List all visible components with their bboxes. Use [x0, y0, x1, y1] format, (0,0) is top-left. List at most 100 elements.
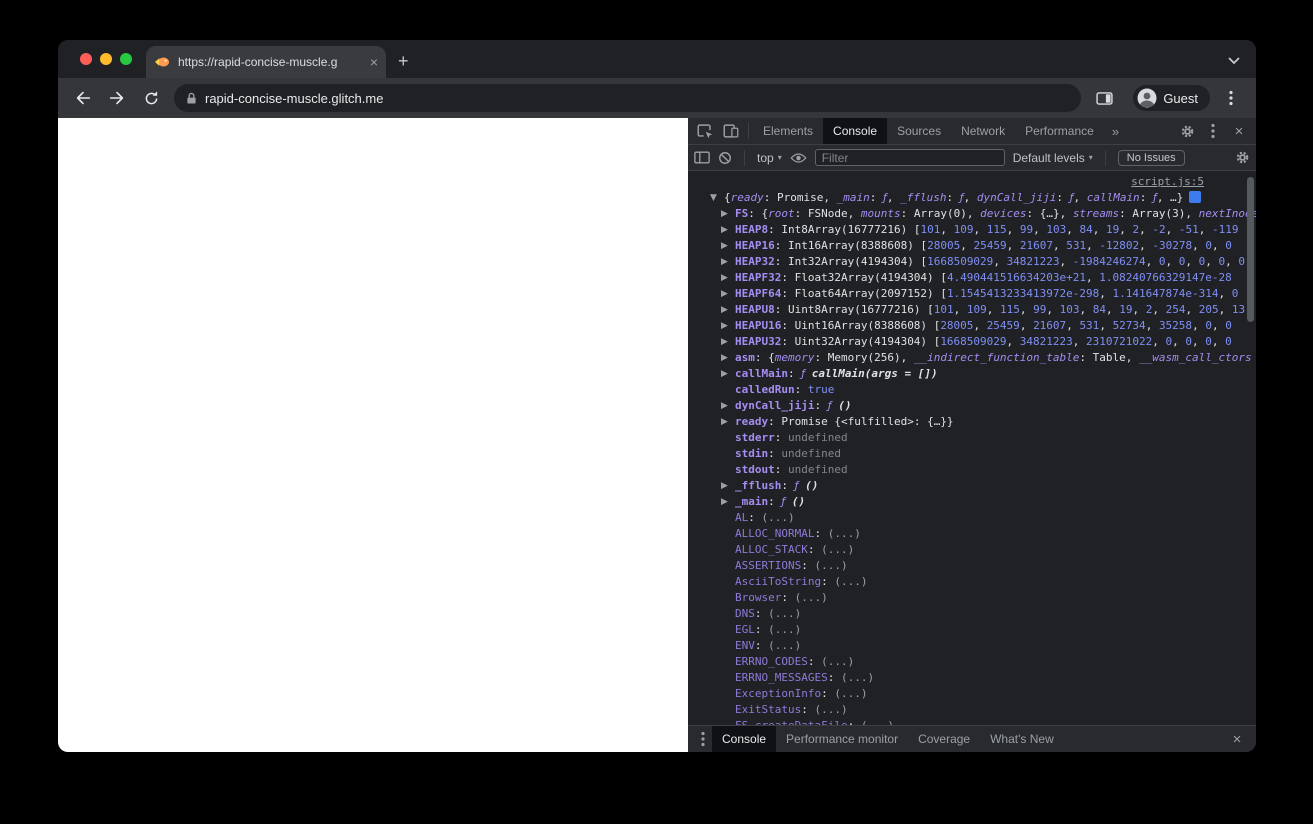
profile-button[interactable]: Guest: [1133, 85, 1210, 111]
console-row[interactable]: ▶ HEAPF32: Float32Array(4194304) [4.49044…: [688, 270, 1256, 286]
filter-input[interactable]: [814, 149, 1005, 166]
number-value: 52734: [1112, 319, 1146, 332]
console-row[interactable]: ▶ HEAP16: Int16Array(8388608) [28005, 254…: [688, 238, 1256, 254]
drawer-tab-what-s-new[interactable]: What's New: [980, 726, 1064, 752]
more-tabs-button[interactable]: »: [1104, 124, 1127, 139]
console-row[interactable]: ▶ HEAPU16: Uint16Array(8388608) [28005, 2…: [688, 318, 1256, 334]
collapse-arrow-icon[interactable]: ▼: [710, 190, 717, 206]
preview-key: devices: [980, 207, 1027, 220]
console-settings-gear-icon[interactable]: [1235, 150, 1250, 165]
devtools-tab-elements[interactable]: Elements: [753, 118, 823, 144]
console-row[interactable]: ▶ HEAPF64: Float64Array(2097152) [1.15454…: [688, 286, 1256, 302]
console-row[interactable]: ▶ callMain: ƒ callMain(args = []): [688, 366, 1256, 382]
console-row[interactable]: ▶ _main: ƒ (): [688, 494, 1256, 510]
console-row[interactable]: ▶ HEAPU32: Uint32Array(4194304) [16685090…: [688, 334, 1256, 350]
close-window-button[interactable]: [80, 53, 92, 65]
getter-ellipsis[interactable]: (...): [814, 703, 847, 716]
drawer-menu-icon[interactable]: [694, 727, 712, 751]
expand-arrow-icon[interactable]: ▶: [721, 270, 728, 286]
drawer-tab-coverage[interactable]: Coverage: [908, 726, 980, 752]
devtools-tab-console[interactable]: Console: [823, 118, 888, 144]
console-row[interactable]: ▶ dynCall_jiji: ƒ (): [688, 398, 1256, 414]
getter-ellipsis[interactable]: (...): [861, 719, 894, 725]
expand-arrow-icon[interactable]: ▶: [721, 318, 728, 334]
getter-ellipsis[interactable]: (...): [828, 527, 861, 540]
source-link[interactable]: script.js:5: [1131, 175, 1204, 188]
getter-ellipsis[interactable]: (...): [834, 687, 867, 700]
address-bar[interactable]: rapid-concise-muscle.glitch.me: [174, 84, 1082, 112]
devtools-tab-sources[interactable]: Sources: [887, 118, 951, 144]
side-panel-icon[interactable]: [1091, 85, 1117, 111]
number-value: 1668509029: [940, 335, 1007, 348]
device-toolbar-icon[interactable]: [718, 119, 744, 143]
expand-arrow-icon[interactable]: ▶: [721, 206, 728, 222]
scrollbar-thumb[interactable]: [1247, 177, 1254, 322]
property-key: AL: [735, 511, 749, 524]
console-text: : Int16Array(8388608): [774, 239, 921, 252]
getter-ellipsis[interactable]: (...): [821, 543, 854, 556]
tab-search-chevron-icon[interactable]: [1228, 57, 1240, 65]
devtools-close-icon[interactable]: ×: [1226, 119, 1252, 143]
console-row[interactable]: ▶ _fflush: ƒ (): [688, 478, 1256, 494]
inspect-element-icon[interactable]: [692, 119, 718, 143]
minimize-window-button[interactable]: [100, 53, 112, 65]
expand-arrow-icon[interactable]: ▶: [721, 414, 728, 430]
getter-ellipsis[interactable]: (...): [768, 607, 801, 620]
console-text: :: [774, 431, 788, 444]
getter-ellipsis[interactable]: (...): [795, 591, 828, 604]
console-scrollbar[interactable]: [1245, 171, 1256, 725]
console-row[interactable]: ▼ {ready: Promise, _main: ƒ, _fflush: ƒ, …: [688, 190, 1256, 206]
forward-icon[interactable]: [104, 85, 130, 111]
number-value: 0: [1225, 319, 1232, 332]
console-row[interactable]: ▶ ready: Promise {<fulfilled>: {…}}: [688, 414, 1256, 430]
getter-ellipsis[interactable]: (...): [841, 671, 874, 684]
drawer-close-icon[interactable]: ×: [1224, 727, 1250, 751]
property-key: HEAP16: [735, 239, 775, 252]
expand-arrow-icon[interactable]: ▶: [721, 222, 728, 238]
zoom-window-button[interactable]: [120, 53, 132, 65]
clear-console-icon[interactable]: [718, 151, 732, 165]
browser-menu-icon[interactable]: [1218, 85, 1244, 111]
tab-close-icon[interactable]: ×: [370, 55, 378, 69]
new-tab-button[interactable]: +: [398, 51, 409, 72]
devtools-menu-icon[interactable]: [1200, 119, 1226, 143]
getter-ellipsis[interactable]: (...): [834, 575, 867, 588]
expand-arrow-icon[interactable]: ▶: [721, 238, 728, 254]
reload-icon[interactable]: [138, 85, 164, 111]
number-value: 1.1545413233413972e-298: [946, 287, 1100, 300]
context-selector[interactable]: top ▾: [757, 151, 782, 165]
getter-ellipsis[interactable]: (...): [762, 511, 795, 524]
console-row[interactable]: ▶ HEAP32: Int32Array(4194304) [1668509029…: [688, 254, 1256, 270]
console-toolbar: top ▾ Default levels ▾: [688, 145, 1256, 171]
live-expression-eye-icon[interactable]: [790, 152, 807, 164]
expand-arrow-icon[interactable]: ▶: [721, 478, 728, 494]
getter-ellipsis[interactable]: (...): [814, 559, 847, 572]
getter-ellipsis[interactable]: (...): [768, 639, 801, 652]
back-icon[interactable]: [70, 85, 96, 111]
browser-tab[interactable]: https://rapid-concise-muscle.g ×: [146, 46, 386, 78]
expand-arrow-icon[interactable]: ▶: [721, 286, 728, 302]
devtools-tab-network[interactable]: Network: [951, 118, 1015, 144]
console-sidebar-icon[interactable]: [694, 151, 710, 164]
expand-arrow-icon[interactable]: ▶: [721, 302, 728, 318]
getter-ellipsis[interactable]: (...): [821, 655, 854, 668]
drawer-tab-performance-monitor[interactable]: Performance monitor: [776, 726, 908, 752]
expand-arrow-icon[interactable]: ▶: [721, 254, 728, 270]
console-row[interactable]: ▶ FS: {root: FSNode, mounts: Array(0), de…: [688, 206, 1256, 222]
console-text: ,: [1192, 335, 1206, 348]
console-row[interactable]: ▶ HEAPU8: Uint8Array(16777216) [101, 109,…: [688, 302, 1256, 318]
expand-arrow-icon[interactable]: ▶: [721, 350, 728, 366]
drawer-tab-console[interactable]: Console: [712, 726, 777, 752]
expand-arrow-icon[interactable]: ▶: [721, 398, 728, 414]
devtools-tab-performance[interactable]: Performance: [1015, 118, 1104, 144]
expand-arrow-icon[interactable]: ▶: [721, 366, 728, 382]
getter-ellipsis[interactable]: (...): [768, 623, 801, 636]
console-text: ,: [1066, 319, 1080, 332]
issues-badge[interactable]: No Issues: [1117, 149, 1185, 166]
log-levels-dropdown[interactable]: Default levels ▾: [1013, 151, 1093, 165]
console-row[interactable]: ▶ HEAP8: Int8Array(16777216) [101, 109, 1…: [688, 222, 1256, 238]
expand-arrow-icon[interactable]: ▶: [721, 494, 728, 510]
console-row[interactable]: ▶ asm: {memory: Memory(256), __indirect_f…: [688, 350, 1256, 366]
expand-arrow-icon[interactable]: ▶: [721, 334, 728, 350]
settings-gear-icon[interactable]: [1174, 119, 1200, 143]
